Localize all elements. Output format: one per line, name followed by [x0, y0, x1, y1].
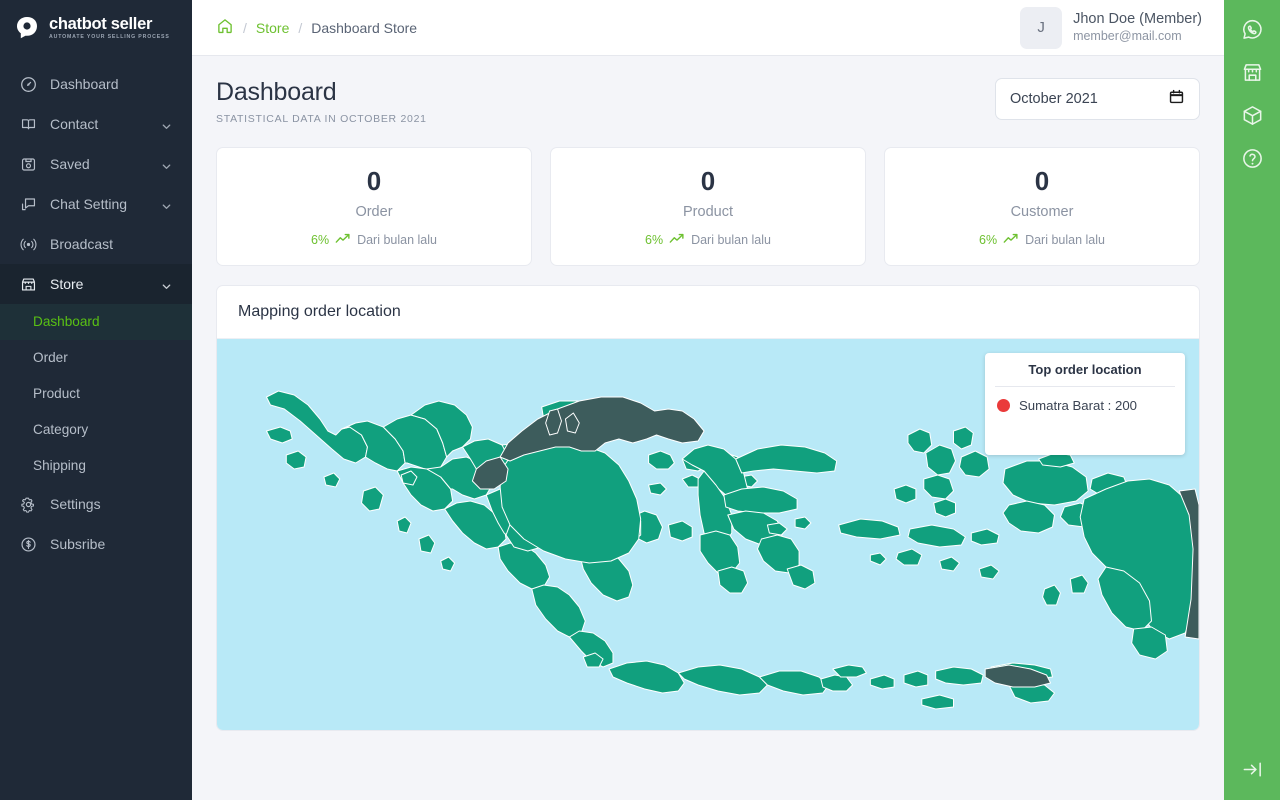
stat-delta: 6% Dari bulan lalu [561, 232, 855, 248]
stat-delta: 6% Dari bulan lalu [895, 232, 1189, 248]
stat-percent: 6% [979, 232, 998, 247]
gauge-icon [20, 76, 37, 93]
profile-email: member@mail.com [1073, 29, 1182, 44]
page-content: Dashboard STATISTICAL DATA IN OCTOBER 20… [192, 56, 1224, 800]
sidebar-subitem-dashboard[interactable]: Dashboard [0, 304, 192, 340]
rail-bottom-group [1224, 750, 1280, 788]
sidebar-subitem-category[interactable]: Category [0, 412, 192, 448]
stat-delta: 6% Dari bulan lalu [227, 232, 521, 248]
sidebar-item-label: Store [50, 276, 84, 292]
month-picker[interactable]: October 2021 [995, 78, 1200, 120]
sidebar-item-dashboard[interactable]: Dashboard [0, 64, 192, 104]
main-area: / Store / Dashboard Store J Jhon Doe (Me… [192, 0, 1224, 800]
sidebar-subitem-order[interactable]: Order [0, 340, 192, 376]
brand-name: chatbot seller [49, 14, 153, 33]
stat-value: 0 [366, 166, 382, 196]
gear-icon [20, 496, 37, 513]
store-icon[interactable] [1230, 53, 1274, 91]
legend-marker-dot [997, 398, 1010, 412]
sidebar-subitem-shipping[interactable]: Shipping [0, 448, 192, 484]
chevron-down-icon [161, 279, 172, 290]
help-circle-icon[interactable] [1230, 139, 1274, 177]
chat-settings-icon [20, 196, 37, 213]
brand-logo[interactable]: chatbot seller AUTOMATE YOUR SELLING PRO… [0, 0, 192, 56]
chevron-down-icon [161, 199, 172, 210]
sidebar-item-label: Subsribe [50, 536, 106, 552]
sidebar-item-subscribe[interactable]: Subsribe [0, 524, 192, 564]
page-header: Dashboard STATISTICAL DATA IN OCTOBER 20… [216, 78, 1200, 125]
breadcrumb-separator: / [243, 19, 247, 36]
store-submenu: Dashboard [0, 304, 192, 340]
broadcast-icon [20, 236, 37, 253]
floppy-disk-icon [20, 156, 37, 173]
legend-divider [995, 385, 1175, 387]
sidebar-item-label: Chat Setting [50, 196, 128, 212]
collapse-right-icon[interactable] [1230, 750, 1274, 788]
store-icon [20, 276, 37, 293]
stat-card-product: 0 Product 6% Dari bulan lalu [550, 147, 866, 266]
sidebar-item-label: Dashboard [50, 76, 119, 92]
sidebar-item-label: Broadcast [50, 236, 114, 252]
breadcrumb-separator: / [298, 19, 303, 36]
map-panel: Mapping order location Top order locatio… [216, 284, 1200, 731]
stat-label: Customer [1010, 203, 1074, 220]
map-legend: Top order location Sumatra Barat : 200 [985, 352, 1185, 455]
stat-note: Dari bulan lalu [357, 232, 437, 247]
stat-value: 0 [700, 166, 716, 196]
sidebar-nav: Dashboard Contact Saved Chat Setting Bro… [0, 64, 192, 564]
map-panel-title: Mapping order location [217, 286, 1199, 339]
sidebar-item-contact[interactable]: Contact [0, 104, 192, 144]
brand-tagline: AUTOMATE YOUR SELLING PROCESS [49, 34, 170, 41]
page-subtitle: STATISTICAL DATA IN OCTOBER 2021 [216, 113, 427, 125]
whatsapp-icon[interactable] [1230, 10, 1274, 48]
avatar: J [1020, 6, 1063, 49]
breadcrumb: / Store / Dashboard Store [216, 17, 417, 38]
stat-note: Dari bulan lalu [691, 232, 771, 247]
trend-up-icon [669, 232, 685, 248]
stat-percent: 6% [311, 232, 330, 247]
stat-cards: 0 Order 6% Dari bulan lalu 0 Product 6% [216, 147, 1200, 266]
dollar-circle-icon [20, 536, 37, 553]
profile-name: Jhon Doe (Member) [1073, 11, 1202, 27]
stat-note: Dari bulan lalu [1025, 232, 1105, 247]
sidebar-item-store[interactable]: Store [0, 264, 192, 304]
sidebar-item-settings[interactable]: Settings [0, 484, 192, 524]
chevron-down-icon [161, 119, 172, 130]
topbar: / Store / Dashboard Store J Jhon Doe (Me… [192, 0, 1224, 56]
page-title: Dashboard [216, 78, 337, 106]
app-root: chatbot seller AUTOMATE YOUR SELLING PRO… [0, 0, 1280, 800]
breadcrumb-link-store[interactable]: Store [256, 20, 289, 36]
indonesia-map[interactable]: Top order location Sumatra Barat : 200 [217, 338, 1199, 730]
trend-up-icon [335, 232, 351, 248]
legend-entry-label: Sumatra Barat : 200 [1019, 397, 1138, 413]
stat-value: 0 [1034, 166, 1050, 196]
package-icon[interactable] [1230, 96, 1274, 134]
stat-label: Product [683, 203, 733, 220]
sidebar-item-label: Contact [50, 116, 99, 132]
sidebar-item-chat-setting[interactable]: Chat Setting [0, 184, 192, 224]
sidebar-item-label: Saved [50, 156, 90, 172]
chat-bubble-logo-icon [14, 15, 40, 41]
home-icon[interactable] [216, 17, 234, 38]
sidebar-subitem-product[interactable]: Product [0, 376, 192, 412]
sidebar-item-label: Settings [50, 496, 101, 512]
legend-title: Top order location [1028, 361, 1142, 377]
stat-card-order: 0 Order 6% Dari bulan lalu [216, 147, 532, 266]
chevron-down-icon [161, 159, 172, 170]
right-rail [1224, 0, 1280, 800]
stat-label: Order [355, 203, 393, 220]
breadcrumb-current: Dashboard Store [311, 19, 418, 36]
stat-percent: 6% [645, 232, 664, 247]
month-picker-value: October 2021 [1010, 91, 1098, 107]
sidebar: chatbot seller AUTOMATE YOUR SELLING PRO… [0, 0, 192, 800]
legend-entry: Sumatra Barat : 200 [997, 398, 1173, 413]
calendar-icon[interactable] [1168, 88, 1185, 110]
sidebar-item-broadcast[interactable]: Broadcast [0, 224, 192, 264]
sidebar-item-saved[interactable]: Saved [0, 144, 192, 184]
user-profile[interactable]: J Jhon Doe (Member) member@mail.com [1020, 6, 1202, 49]
book-icon [20, 116, 37, 133]
stat-card-customer: 0 Customer 6% Dari bulan lalu [884, 147, 1200, 266]
trend-up-icon [1003, 232, 1019, 248]
